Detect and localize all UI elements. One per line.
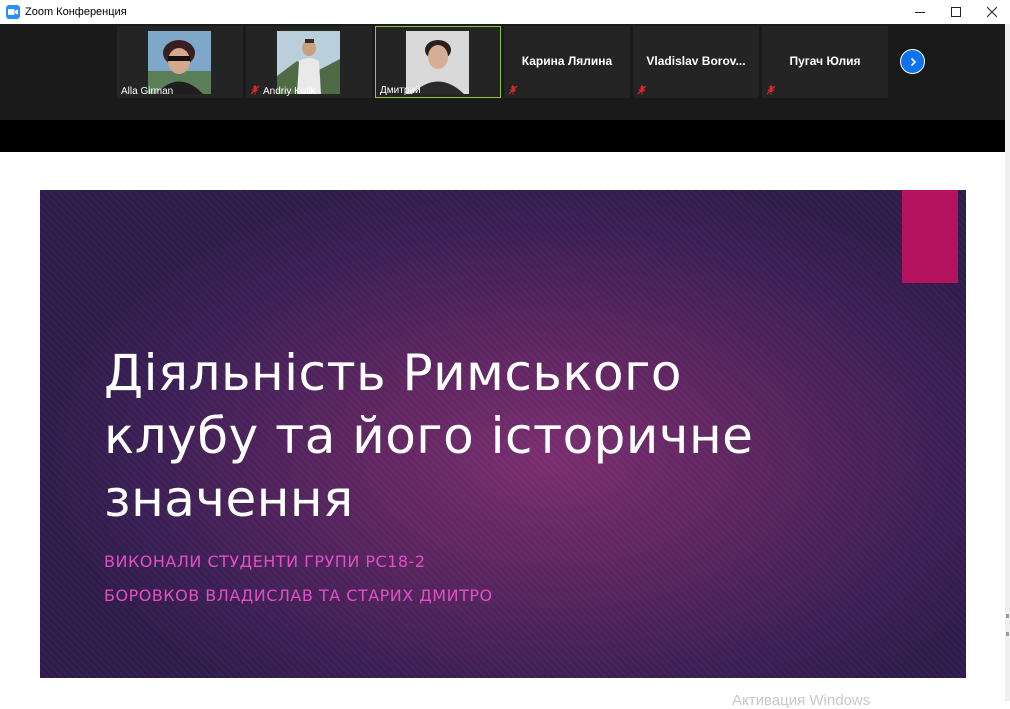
shared-screen: Діяльність Римського клубу та його істор… [0, 152, 1005, 709]
muted-mic-icon [250, 85, 260, 95]
close-icon [987, 7, 997, 17]
presentation-slide: Діяльність Римського клубу та його істор… [40, 190, 966, 678]
participant-video [148, 31, 211, 94]
minimize-icon [915, 12, 925, 13]
muted-mic-icon [508, 85, 518, 95]
slide-title-line: значення [104, 470, 354, 528]
slide-title-line: Діяльність Римського [104, 344, 682, 402]
participant-name: Пугач Юлия [789, 54, 861, 68]
participant-tile[interactable]: Alla Girman [117, 26, 243, 98]
participant-name: Vladislav Borov... [646, 54, 746, 68]
slide-accent-bar [902, 190, 958, 283]
participant-gallery: Alla Girman Andriy Kulik Дмитрий Карина … [0, 24, 1010, 120]
participant-tile-active[interactable]: Дмитрий [375, 26, 501, 98]
participant-tile[interactable]: Пугач Юлия [762, 26, 888, 98]
scroll-tick [1006, 614, 1009, 618]
participant-video [277, 31, 340, 94]
participant-name: Дмитрий [380, 85, 421, 96]
vertical-scrollbar[interactable] [1005, 24, 1010, 701]
maximize-button[interactable] [938, 0, 974, 24]
share-toolbar-area [0, 120, 1005, 152]
window-title: Zoom Конференция [25, 6, 127, 18]
muted-mic-icon [766, 85, 776, 95]
zoom-camera-icon [6, 5, 20, 19]
participant-name: Alla Girman [121, 86, 174, 97]
slide-title: Діяльність Римського клубу та його істор… [104, 342, 864, 531]
scroll-tick [1006, 632, 1009, 636]
participant-tile[interactable]: Карина Лялина [504, 26, 630, 98]
participant-tile[interactable]: Andriy Kulik [246, 26, 372, 98]
slide-subtitle-group: Виконали студенти групи РС18-2 [104, 552, 426, 571]
muted-mic-icon [637, 85, 647, 95]
maximize-icon [951, 7, 961, 17]
close-button[interactable] [974, 0, 1010, 24]
window-title-bar: Zoom Конференция [0, 0, 1010, 24]
slide-title-line: клубу та його історичне [104, 407, 754, 465]
participant-name: Карина Лялина [521, 54, 613, 68]
minimize-button[interactable] [902, 0, 938, 24]
participant-tile[interactable]: Vladislav Borov... [633, 26, 759, 98]
chevron-right-icon [910, 57, 916, 66]
gallery-next-button[interactable] [900, 49, 925, 74]
participant-name: Andriy Kulik [263, 86, 316, 97]
slide-subtitle-authors: Боровков Владислав та Старих Дмитро [104, 586, 493, 605]
